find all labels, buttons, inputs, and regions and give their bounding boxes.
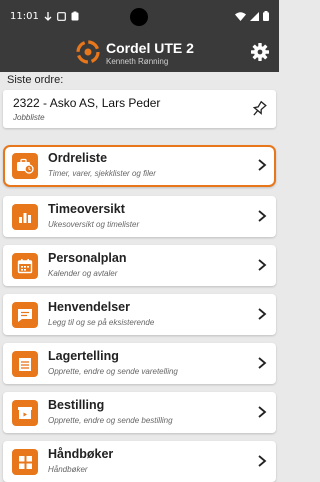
menu-title: Personalplan [48,251,127,265]
chevron-right-icon [258,259,267,271]
menu-item-handboker[interactable]: Håndbøker Håndbøker [3,441,276,482]
menu-title: Lagertelling [48,349,119,363]
list-icon [12,351,38,377]
notification-icons [44,11,79,21]
chat-icon [12,302,38,328]
battery-icon [263,11,269,21]
chevron-right-icon [258,159,267,171]
grid-icon [12,449,38,475]
last-order-subtitle: Jobbliste [13,113,45,122]
pin-icon[interactable] [250,100,268,118]
menu-subtitle: Timer, varer, sjekklister og filer [48,169,156,178]
system-status-icons [235,11,269,21]
gear-icon[interactable] [250,42,270,62]
screen-icon [57,11,66,21]
chevron-right-icon [258,455,267,467]
menu-item-lagertelling[interactable]: Lagertelling Opprette, endre og sende va… [3,343,276,384]
menu-item-timeoversikt[interactable]: Timeoversikt Ukesoversikt og timelister [3,196,276,237]
chevron-right-icon [258,308,267,320]
status-bar: 11:01 [0,0,279,34]
menu-title: Bestilling [48,398,105,412]
app-header: Cordel UTE 2 Kenneth Rønning [0,34,279,72]
camera-notch [130,8,148,26]
last-orders-label: Siste ordre: [7,74,64,86]
menu-item-bestilling[interactable]: Bestilling Opprette, endre og sende best… [3,392,276,433]
menu-title: Ordreliste [48,151,108,165]
menu-subtitle: Håndbøker [48,465,88,474]
last-order-card[interactable]: 2322 - Asko AS, Lars Peder Jobbliste [3,90,276,128]
menu-subtitle: Legg til og se på eksisterende [48,318,155,327]
user-name: Kenneth Rønning [106,57,169,66]
last-order-title: 2322 - Asko AS, Lars Peder [13,96,161,110]
app-title: Cordel UTE 2 [106,40,194,56]
sync-icon [44,12,52,21]
chevron-right-icon [258,357,267,369]
status-time: 11:01 [10,11,39,22]
menu-title: Timeoversikt [48,202,125,216]
menu-subtitle: Opprette, endre og sende varetelling [48,367,178,376]
menu-item-personalplan[interactable]: Personalplan Kalender og avtaler [3,245,276,286]
menu-title: Henvendelser [48,300,130,314]
wifi-icon [235,11,246,21]
bar-chart-icon [12,204,38,230]
cordel-logo-icon [76,40,100,64]
menu-subtitle: Ukesoversikt og timelister [48,220,140,229]
chevron-right-icon [258,406,267,418]
briefcase-clock-icon [12,153,38,179]
chevron-right-icon [258,210,267,222]
menu-subtitle: Kalender og avtaler [48,269,118,278]
menu-title: Håndbøker [48,447,114,461]
menu-subtitle: Opprette, endre og sende bestilling [48,416,173,425]
calendar-icon [12,253,38,279]
box-icon [12,400,38,426]
signal-icon [250,11,259,21]
menu-item-ordreliste[interactable]: Ordreliste Timer, varer, sjekklister og … [3,145,276,187]
clipboard-icon [71,11,79,21]
menu-item-henvendelser[interactable]: Henvendelser Legg til og se på eksistere… [3,294,276,335]
